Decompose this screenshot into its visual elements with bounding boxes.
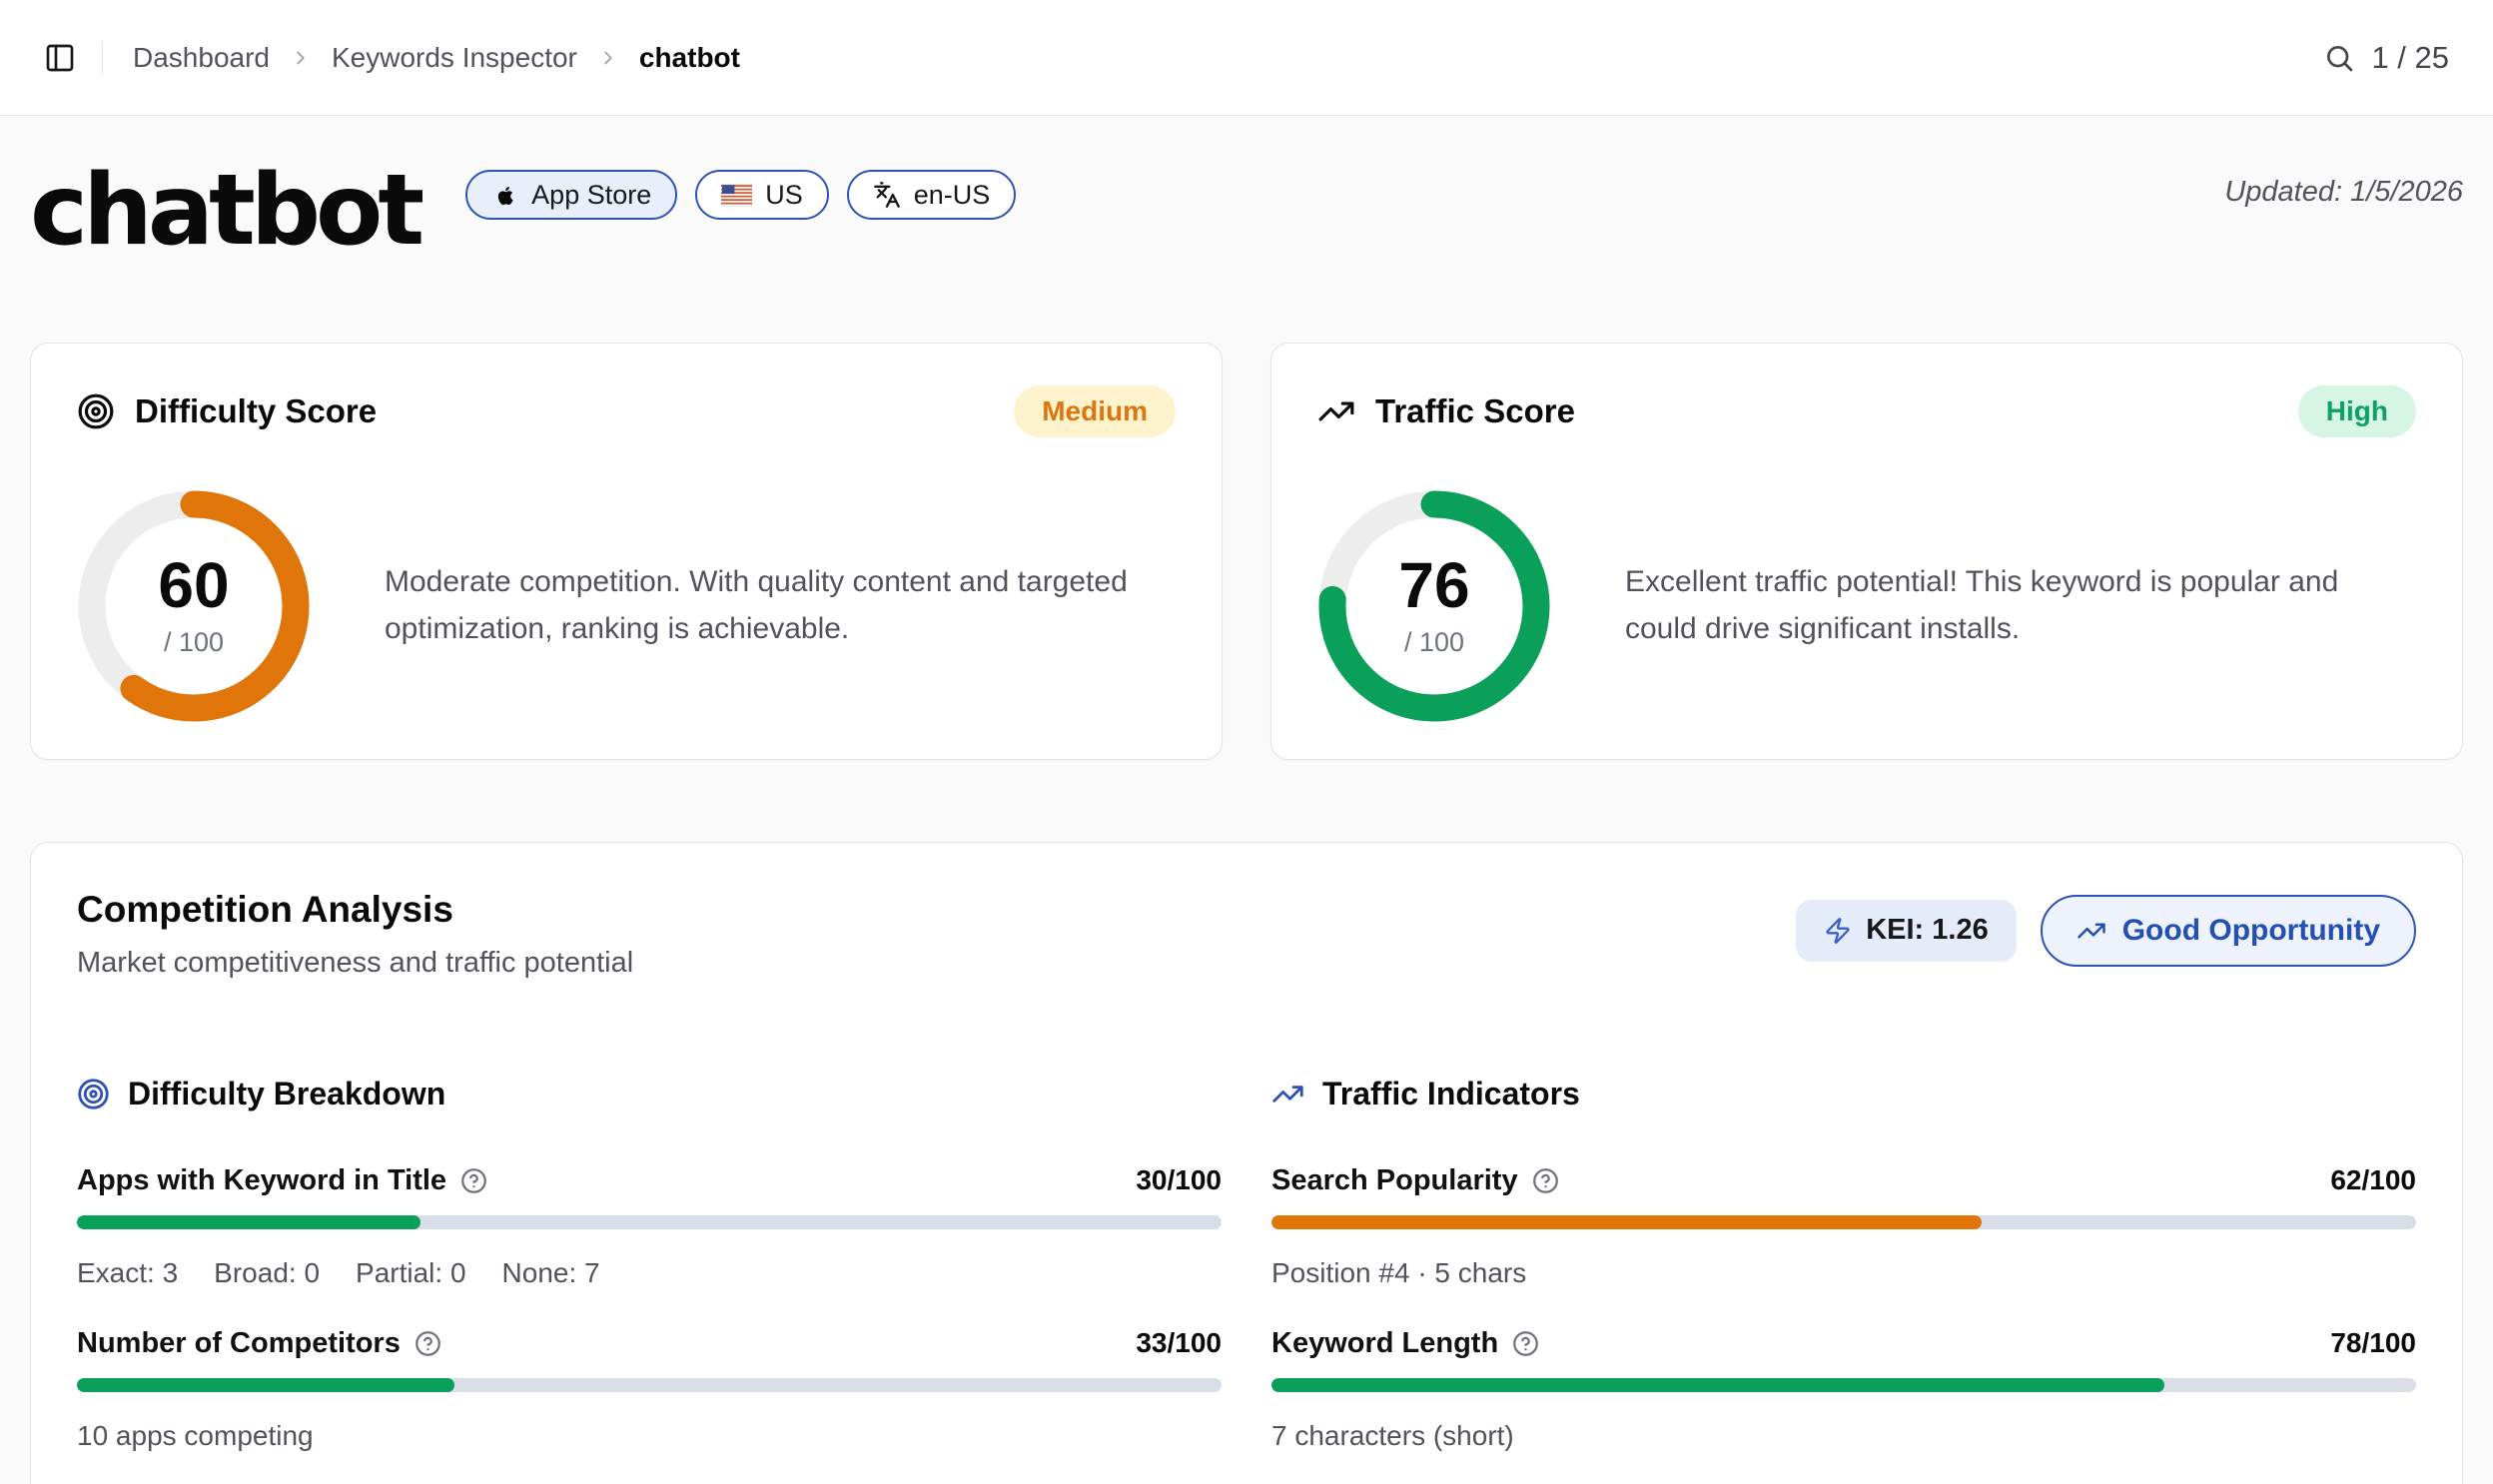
target-icon bbox=[77, 1078, 110, 1111]
main-content: chatbot App Store US en-US Updated: 1/5/… bbox=[0, 160, 2493, 1484]
traffic-score-title: Traffic Score bbox=[1375, 392, 1575, 430]
metric-label: Apps with Keyword in Title bbox=[77, 1164, 446, 1197]
page-title: chatbot bbox=[30, 160, 419, 263]
difficulty-description: Moderate competition. With quality conte… bbox=[385, 559, 1164, 652]
locale-badge[interactable]: en-US bbox=[847, 170, 1017, 220]
trending-up-icon bbox=[1271, 1078, 1304, 1111]
traffic-score-card: Traffic Score High 76 / 100 Excellent tr… bbox=[1270, 343, 2463, 760]
keyword-badges: App Store US en-US bbox=[465, 170, 1016, 220]
metric-label: Search Popularity bbox=[1271, 1164, 1518, 1197]
updated-date: Updated: 1/5/2026 bbox=[2224, 176, 2463, 209]
chevron-right-icon bbox=[290, 47, 312, 69]
page-header: chatbot App Store US en-US Updated: 1/5/… bbox=[30, 160, 2463, 263]
metric-apps-with-keyword: Apps with Keyword in Title 30/100 Exact:… bbox=[77, 1164, 1222, 1289]
breadcrumb-keywords-inspector[interactable]: Keywords Inspector bbox=[332, 42, 577, 74]
metric-subtext: 10 apps competing bbox=[77, 1420, 1222, 1452]
competition-title: Competition Analysis bbox=[77, 889, 633, 931]
country-badge-label: US bbox=[765, 180, 803, 211]
help-circle-icon[interactable] bbox=[460, 1167, 487, 1194]
metric-search-popularity: Search Popularity 62/100 Position #4 · 5… bbox=[1271, 1164, 2416, 1289]
search-icon[interactable] bbox=[2323, 42, 2355, 74]
competition-subtitle: Market competitiveness and traffic poten… bbox=[77, 947, 633, 980]
difficulty-score-title: Difficulty Score bbox=[135, 392, 377, 430]
kei-badge: KEI: 1.26 bbox=[1796, 900, 2017, 962]
kei-value: KEI: 1.26 bbox=[1866, 914, 1989, 947]
metric-subtext: 7 characters (short) bbox=[1271, 1420, 2416, 1452]
difficulty-score-value: 60 bbox=[158, 553, 229, 617]
breadcrumb: Dashboard Keywords Inspector chatbot bbox=[133, 42, 740, 74]
store-badge[interactable]: App Store bbox=[465, 170, 677, 220]
help-circle-icon[interactable] bbox=[1532, 1167, 1559, 1194]
difficulty-breakdown-title: Difficulty Breakdown bbox=[128, 1076, 445, 1113]
breadcrumb-dashboard[interactable]: Dashboard bbox=[133, 42, 270, 74]
metric-value: 78/100 bbox=[2330, 1327, 2416, 1359]
traffic-indicators-title: Traffic Indicators bbox=[1322, 1076, 1580, 1113]
score-cards-row: Difficulty Score Medium 60 / 100 Moderat… bbox=[30, 343, 2463, 760]
languages-icon bbox=[873, 181, 901, 209]
progress-bar bbox=[1271, 1378, 2416, 1392]
target-icon bbox=[77, 392, 115, 430]
country-badge[interactable]: US bbox=[695, 170, 829, 220]
trending-up-icon bbox=[1317, 392, 1355, 430]
pager-count: 1 / 25 bbox=[2371, 40, 2449, 76]
topbar-divider bbox=[102, 41, 103, 75]
traffic-description: Excellent traffic potential! This keywor… bbox=[1625, 559, 2416, 652]
metric-number-of-competitors: Number of Competitors 33/100 10 apps com… bbox=[77, 1327, 1222, 1452]
help-circle-icon[interactable] bbox=[1512, 1330, 1539, 1357]
difficulty-breakdown-column: Difficulty Breakdown Apps with Keyword i… bbox=[77, 1076, 1222, 1484]
traffic-level-badge: High bbox=[2298, 385, 2416, 437]
zap-icon bbox=[1824, 917, 1852, 945]
keyword-pager: 1 / 25 bbox=[2323, 40, 2449, 76]
difficulty-level-badge: Medium bbox=[1014, 385, 1176, 437]
sidebar-toggle-button[interactable] bbox=[44, 42, 76, 74]
metric-label: Keyword Length bbox=[1271, 1327, 1498, 1360]
chevron-right-icon bbox=[597, 47, 619, 69]
competition-analysis-card: Competition Analysis Market competitiven… bbox=[30, 842, 2463, 1484]
difficulty-score-card: Difficulty Score Medium 60 / 100 Moderat… bbox=[30, 343, 1223, 760]
store-badge-label: App Store bbox=[531, 180, 651, 211]
locale-badge-label: en-US bbox=[914, 180, 991, 211]
traffic-gauge: 76 / 100 bbox=[1317, 489, 1551, 723]
metric-keyword-length: Keyword Length 78/100 7 characters (shor… bbox=[1271, 1327, 2416, 1452]
apple-icon bbox=[491, 182, 518, 209]
help-circle-icon[interactable] bbox=[415, 1330, 441, 1357]
traffic-indicators-column: Traffic Indicators Search Popularity 62/… bbox=[1271, 1076, 2416, 1484]
progress-bar bbox=[77, 1215, 1222, 1229]
metric-value: 33/100 bbox=[1136, 1327, 1222, 1359]
traffic-score-value: 76 bbox=[1398, 553, 1469, 617]
breadcrumb-current: chatbot bbox=[639, 42, 740, 74]
topbar: Dashboard Keywords Inspector chatbot 1 /… bbox=[0, 0, 2493, 116]
traffic-score-max: / 100 bbox=[1404, 627, 1464, 658]
metric-subtext: Exact: 3 Broad: 0 Partial: 0 None: 7 bbox=[77, 1257, 1222, 1289]
progress-bar bbox=[1271, 1215, 2416, 1229]
good-opportunity-label: Good Opportunity bbox=[2122, 914, 2380, 948]
progress-bar bbox=[77, 1378, 1222, 1392]
good-opportunity-button[interactable]: Good Opportunity bbox=[2041, 895, 2416, 967]
metric-value: 30/100 bbox=[1136, 1164, 1222, 1196]
metric-value: 62/100 bbox=[2330, 1164, 2416, 1196]
difficulty-score-max: / 100 bbox=[164, 627, 224, 658]
trending-up-icon bbox=[2077, 916, 2106, 946]
panel-left-icon bbox=[44, 42, 76, 74]
difficulty-gauge: 60 / 100 bbox=[77, 489, 311, 723]
metric-label: Number of Competitors bbox=[77, 1327, 401, 1360]
us-flag-icon bbox=[721, 184, 752, 207]
metric-subtext: Position #4 · 5 chars bbox=[1271, 1257, 2416, 1289]
